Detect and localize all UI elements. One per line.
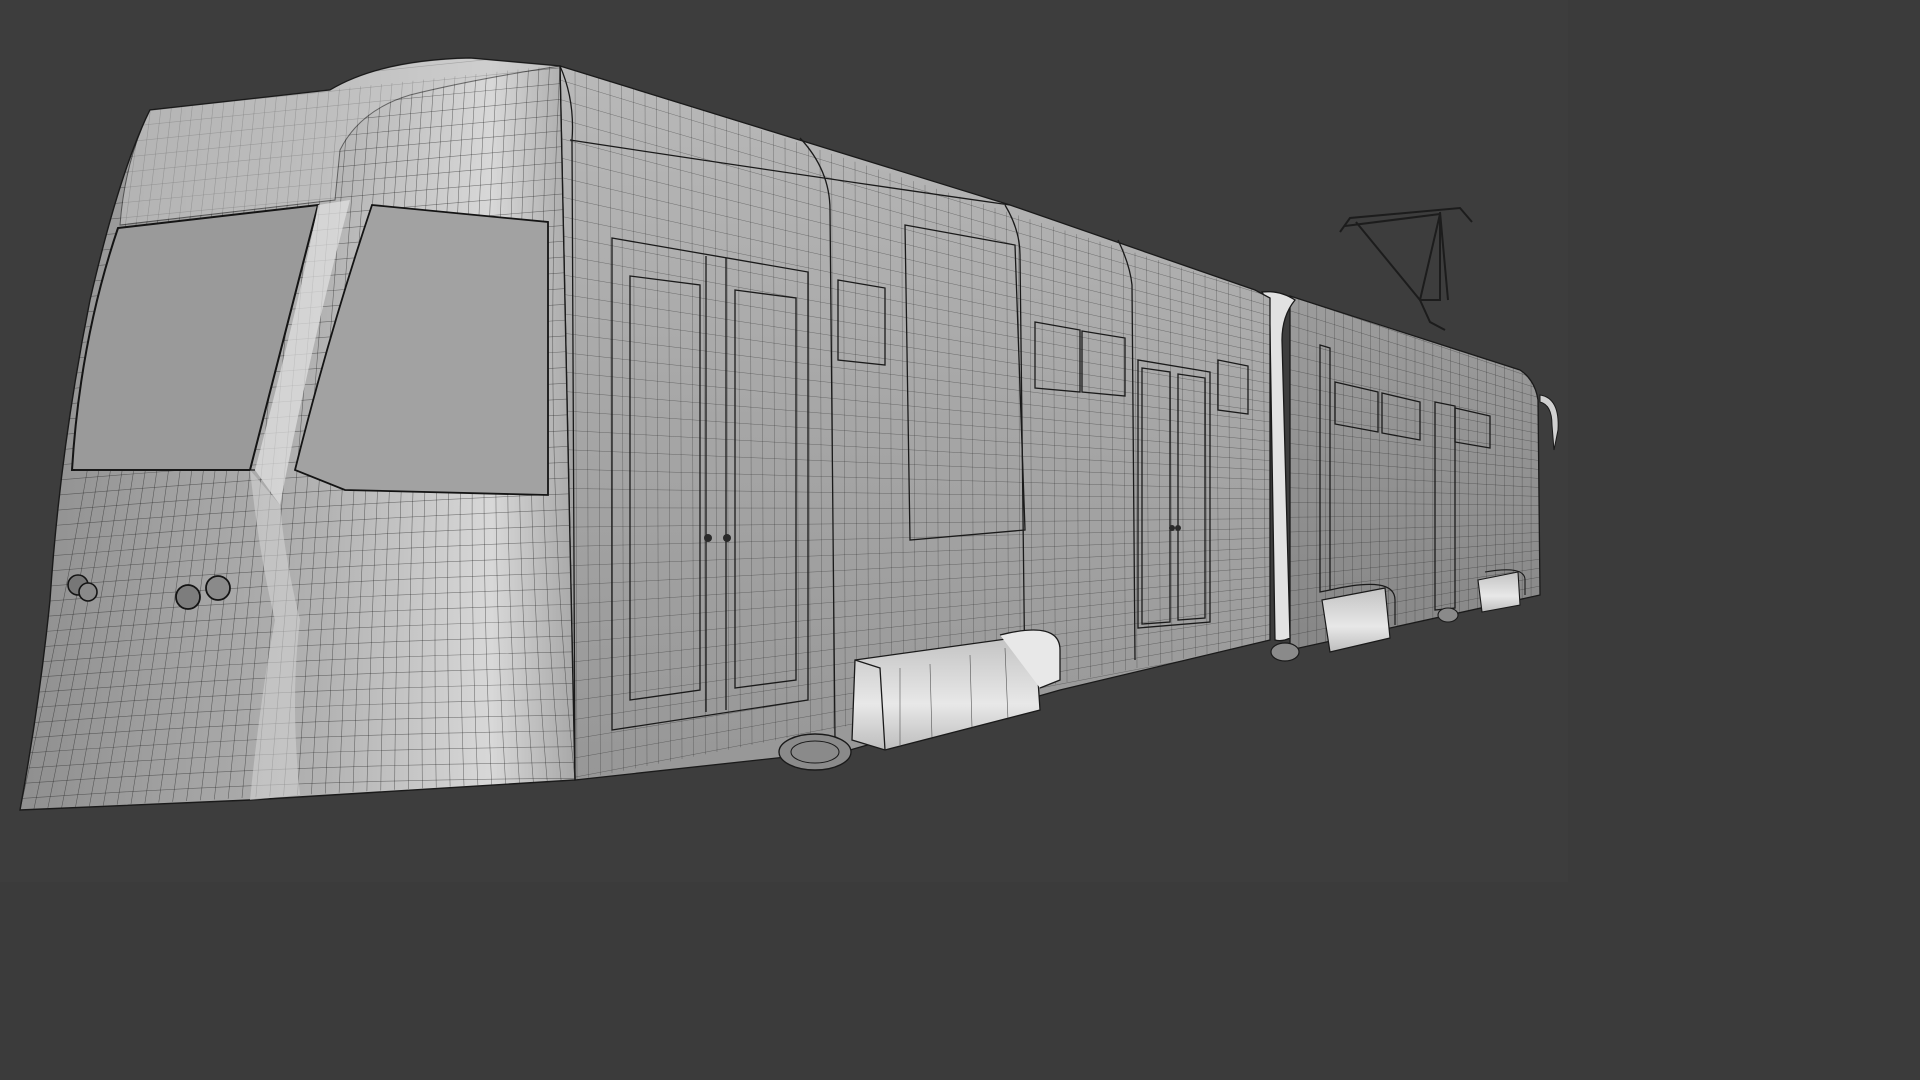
tram-wireframe-render (19, 57, 1559, 811)
wheel-front (778, 733, 852, 771)
wire-edge (20, 809, 575, 810)
pantograph (1339, 206, 1473, 331)
3d-viewport[interactable] (0, 0, 1568, 882)
wheel-middle (1270, 642, 1300, 662)
wheel-rear (1437, 607, 1459, 623)
tram-front-cab (19, 57, 576, 811)
